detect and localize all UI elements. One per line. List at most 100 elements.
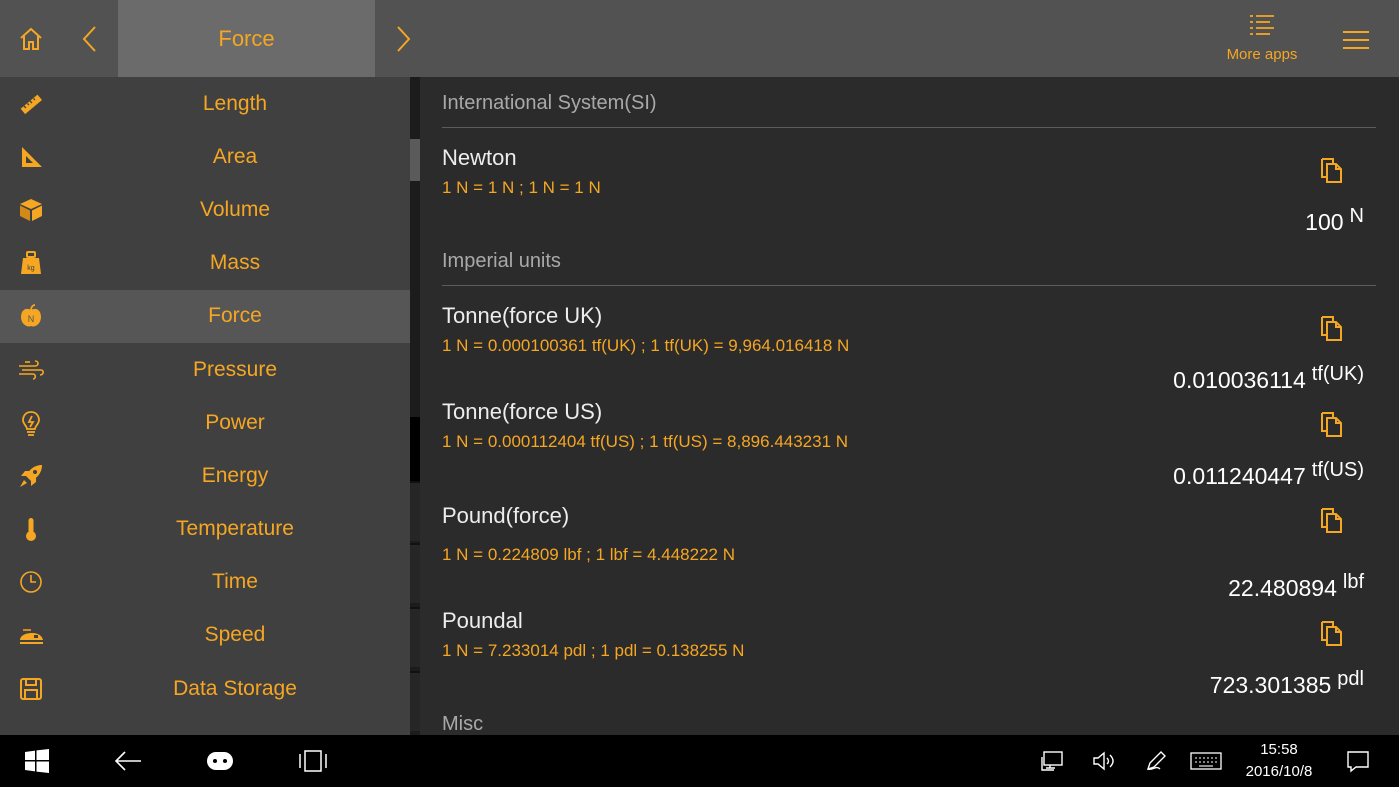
unit-formula-poundal: 1 N = 7.233014 pdl ; 1 pdl = 0.138255 N [442, 641, 745, 660]
value-number: 723.301385 [1209, 672, 1332, 698]
cortana-button[interactable] [198, 735, 242, 787]
more-apps-button[interactable]: More apps [1218, 12, 1306, 72]
apple-n-icon: N [17, 302, 45, 330]
copy-icon[interactable] [1318, 505, 1346, 535]
next-button[interactable] [375, 0, 431, 77]
unit-value-tonne-uk[interactable]: 0.010036114 tf(UK) [1173, 363, 1364, 394]
arrow-left-icon [114, 751, 141, 771]
sidebar-item-label: Data Storage [173, 676, 297, 700]
floppy-disk-icon [17, 675, 45, 703]
sidebar-item-pressure[interactable]: Pressure [0, 343, 410, 396]
top-bar: Force More apps [0, 0, 1399, 77]
sidebar-item-speed[interactable]: Speed [0, 609, 410, 662]
windows-logo-icon [25, 749, 49, 773]
copy-icon[interactable] [1318, 313, 1346, 343]
sidebar-item-area[interactable]: Area [0, 130, 410, 183]
section-title-misc: Misc [442, 713, 484, 735]
weight-kg-icon: kg [17, 249, 45, 277]
unit-value-poundal[interactable]: 723.301385 pdl [1210, 668, 1364, 699]
sidebar-item-label: Volume [199, 197, 271, 221]
clock-icon [17, 568, 45, 596]
unit-name-tonne-us: Tonne(force US) [442, 399, 603, 424]
back-button[interactable] [108, 735, 148, 787]
background-list-row [410, 671, 420, 731]
svg-text:N: N [28, 314, 35, 324]
ruler-icon [17, 90, 45, 118]
value-number: 100 [1305, 209, 1344, 235]
value-unit: tf(US) [1311, 459, 1364, 481]
task-view-button[interactable] [292, 735, 334, 787]
start-button[interactable] [18, 735, 56, 787]
unit-value-newton[interactable]: 100 N [1305, 205, 1364, 236]
section-title-imperial: Imperial units [442, 250, 561, 272]
background-list-row [410, 543, 420, 603]
clock-date: 2016/10/8 [1245, 763, 1313, 780]
pen-button[interactable] [1140, 735, 1172, 787]
copy-icon[interactable] [1318, 155, 1346, 185]
previous-button[interactable] [62, 0, 118, 77]
unit-formula-tonne-uk: 1 N = 0.000100361 tf(UK) ; 1 tf(UK) = 9,… [442, 336, 850, 355]
chevron-right-icon [397, 25, 411, 52]
sidebar-item-mass[interactable]: kg Mass [0, 237, 410, 290]
conversion-list: International System(SI) Newton 1 N = 1 … [420, 77, 1399, 735]
clock-time: 15:58 [1260, 741, 1298, 758]
cortana-icon [207, 752, 233, 770]
system-clock[interactable]: 15:58 2016/10/8 [1232, 739, 1326, 783]
sidebar-item-data-storage[interactable]: Data Storage [0, 662, 410, 715]
more-apps-label: More apps [1226, 46, 1298, 63]
scroll-strip [410, 77, 420, 735]
unit-formula-pound-force: 1 N = 0.224809 lbf ; 1 lbf = 4.448222 N [442, 545, 735, 564]
sidebar-item-energy[interactable]: Energy [0, 449, 410, 502]
section-title-si: International System(SI) [442, 92, 657, 114]
value-unit: N [1349, 205, 1364, 227]
unit-value-pound-force[interactable]: 22.480894 lbf [1228, 571, 1364, 602]
copy-icon[interactable] [1318, 409, 1346, 439]
unit-name-poundal: Poundal [442, 608, 523, 633]
cube-icon [17, 196, 45, 224]
divider [442, 127, 1376, 128]
unit-formula-tonne-us: 1 N = 0.000112404 tf(US) ; 1 tf(US) = 8,… [442, 432, 849, 451]
network-button[interactable] [1036, 735, 1068, 787]
value-unit: lbf [1342, 571, 1364, 593]
sidebar-item-label: Temperature [176, 517, 294, 541]
chevron-left-icon [82, 25, 96, 52]
sidebar-item-label: Time [212, 570, 258, 594]
keyboard-button[interactable] [1188, 735, 1224, 787]
app-window: Force More apps Length Area Volume kg Ma… [0, 0, 1399, 787]
train-icon [17, 621, 45, 649]
network-icon [1041, 751, 1063, 771]
thermometer-icon [17, 515, 45, 543]
page-title: Force [118, 0, 375, 77]
home-button[interactable] [0, 0, 62, 77]
copy-icon[interactable] [1318, 618, 1346, 648]
sidebar-item-label: Area [212, 144, 258, 168]
home-icon [20, 27, 42, 50]
wind-icon [17, 356, 45, 384]
notification-icon [1347, 751, 1369, 773]
lightbulb-icon [17, 409, 45, 437]
category-sidebar: Length Area Volume kg Mass N Force Press… [0, 77, 410, 735]
taskbar: 15:58 2016/10/8 [0, 735, 1399, 787]
divider [442, 285, 1376, 286]
sidebar-item-label: Power [205, 410, 265, 434]
volume-button[interactable] [1088, 735, 1120, 787]
set-square-icon [17, 143, 45, 171]
value-unit: tf(UK) [1311, 363, 1364, 385]
keyboard-icon [1190, 752, 1222, 770]
sidebar-item-label: Speed [204, 623, 266, 647]
list-icon [1250, 15, 1274, 35]
sidebar-item-volume[interactable]: Volume [0, 183, 410, 236]
scrollbar-thumb[interactable] [410, 139, 420, 181]
unit-name-pound-force: Pound(force) [442, 503, 570, 528]
unit-value-tonne-us[interactable]: 0.011240447 tf(US) [1173, 459, 1364, 490]
menu-button[interactable] [1330, 20, 1382, 60]
sidebar-item-force[interactable]: N Force [0, 289, 410, 343]
sidebar-item-power[interactable]: Power [0, 396, 410, 449]
sidebar-item-label: Pressure [192, 357, 278, 381]
sidebar-item-label: Length [202, 91, 268, 115]
action-center-button[interactable] [1342, 735, 1374, 787]
sidebar-item-time[interactable]: Time [0, 556, 410, 609]
background-list-fragment [410, 417, 420, 481]
sidebar-item-length[interactable]: Length [0, 77, 410, 130]
sidebar-item-temperature[interactable]: Temperature [0, 503, 410, 556]
